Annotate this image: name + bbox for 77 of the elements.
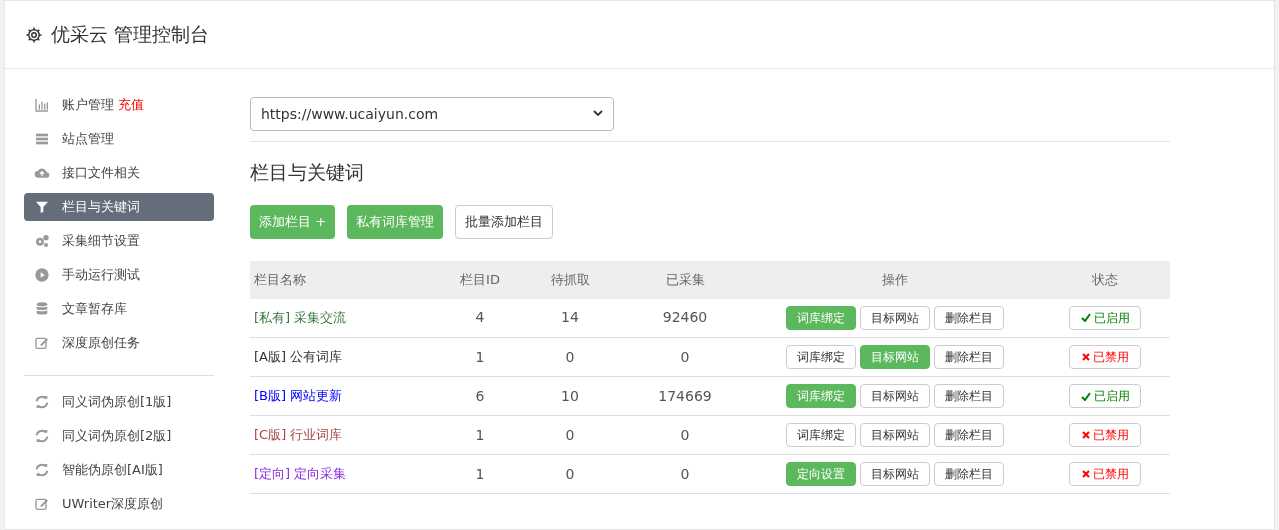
status-button[interactable]: 已启用 xyxy=(1069,305,1141,330)
table-cell: [B版] 网站更新 xyxy=(250,376,440,416)
table-cell: 0 xyxy=(620,415,750,455)
edit-icon xyxy=(34,335,50,351)
sidebar-item[interactable]: 同义词伪原创[1版] xyxy=(24,388,214,416)
settings-icon xyxy=(25,25,43,44)
table-cell: 1 xyxy=(440,454,520,494)
column-header: 操作 xyxy=(750,260,1040,299)
site-select[interactable]: https://www.ucaiyun.com xyxy=(250,97,614,131)
table-cell: 4 xyxy=(440,298,520,338)
sidebar-item[interactable]: UWriter深度原创 xyxy=(24,490,214,518)
table-cell: 1 xyxy=(440,337,520,377)
table-cell: 0 xyxy=(620,337,750,377)
sidebar-item[interactable]: 文章暂存库 xyxy=(24,295,214,323)
play-icon xyxy=(34,267,50,283)
status-button[interactable]: 已禁用 xyxy=(1069,345,1141,369)
column-header: 待抓取 xyxy=(520,260,620,299)
status-button[interactable]: 已启用 xyxy=(1069,384,1141,408)
edit-icon xyxy=(34,496,50,512)
action-button[interactable]: 目标网站 xyxy=(860,423,930,447)
action-button[interactable]: 词库绑定 xyxy=(786,345,856,369)
sidebar-item[interactable]: 接口文件相关 xyxy=(24,159,214,187)
table-cell: 0 xyxy=(520,337,620,377)
action-button[interactable]: 删除栏目 xyxy=(934,462,1004,486)
cross-icon xyxy=(1081,431,1090,439)
table-cell: 0 xyxy=(520,415,620,455)
column-header: 已采集 xyxy=(620,260,750,299)
action-button[interactable]: 词库绑定 xyxy=(786,423,856,447)
action-button[interactable]: 删除栏目 xyxy=(934,423,1004,447)
refresh-icon xyxy=(34,394,50,410)
status-button[interactable]: 已禁用 xyxy=(1069,462,1141,486)
action-button[interactable]: 目标网站 xyxy=(860,384,930,408)
table-cell: 6 xyxy=(440,376,520,416)
action-button[interactable]: 目标网站 xyxy=(860,462,930,486)
action-button[interactable]: 删除栏目 xyxy=(934,384,1004,408)
table-cell: 0 xyxy=(520,454,620,494)
table-cell: 92460 xyxy=(620,298,750,338)
recharge-link[interactable]: 充值 xyxy=(118,95,144,115)
sidebar-item[interactable]: 智能伪原创[AI版] xyxy=(24,456,214,484)
table-cell: [A版] 公有词库 xyxy=(250,337,440,377)
status-button[interactable]: 已禁用 xyxy=(1069,423,1141,447)
column-header: 状态 xyxy=(1040,260,1170,299)
sidebar-item[interactable]: 手动运行测试 xyxy=(24,261,214,289)
app-title: 优采云 管理控制台 xyxy=(51,22,210,48)
caret-icon xyxy=(593,110,603,118)
table-cell: 10 xyxy=(520,376,620,416)
cross-icon xyxy=(1081,470,1090,478)
check-icon xyxy=(1080,313,1091,323)
table-cell: 14 xyxy=(520,298,620,338)
action-button[interactable]: 删除栏目 xyxy=(934,305,1004,330)
cross-icon xyxy=(1081,353,1090,361)
server-icon xyxy=(34,131,50,147)
sidebar-item[interactable]: 账户管理 充值 xyxy=(24,91,214,119)
sidebar-item[interactable]: 采集细节设置 xyxy=(24,227,214,255)
database-icon xyxy=(34,301,50,317)
refresh-icon xyxy=(34,462,50,478)
section-title: 栏目与关键词 xyxy=(250,160,365,185)
sidebar-item[interactable]: 深度原创任务 xyxy=(24,329,214,357)
sidebar-item[interactable]: 同义词伪原创[2版] xyxy=(24,422,214,450)
table-cell: 174669 xyxy=(620,376,750,416)
gears-icon xyxy=(34,233,50,249)
table-cell: [私有] 采集交流 xyxy=(250,298,440,338)
table-cell: 0 xyxy=(620,454,750,494)
refresh-icon xyxy=(34,428,50,444)
bar-chart-icon xyxy=(34,97,50,113)
table-cell: [C版] 行业词库 xyxy=(250,415,440,455)
check-icon xyxy=(1080,391,1091,401)
action-button[interactable]: 目标网站 xyxy=(860,305,930,330)
table-cell: 1 xyxy=(440,415,520,455)
sidebar-item[interactable]: 站点管理 xyxy=(24,125,214,153)
column-header: 栏目ID xyxy=(440,260,520,299)
table-cell: [定向] 定向采集 xyxy=(250,454,440,494)
column-header: 栏目名称 xyxy=(250,260,440,299)
toolbar-button[interactable]: 批量添加栏目 xyxy=(455,204,554,239)
action-button[interactable]: 删除栏目 xyxy=(934,345,1004,369)
filter-icon xyxy=(34,199,50,215)
sidebar-item[interactable]: 栏目与关键词 xyxy=(24,193,214,221)
